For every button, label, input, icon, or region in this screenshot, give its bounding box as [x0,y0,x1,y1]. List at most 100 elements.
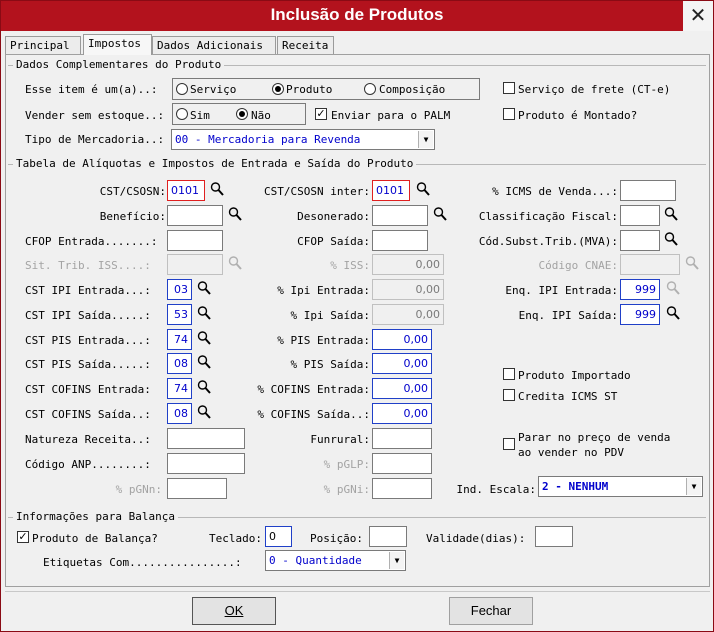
pgnn-input[interactable] [167,478,227,499]
frete-label: Serviço de frete (CT-e) [518,83,671,96]
pct-ipi-entrada-label: % Ipi Entrada: [277,284,370,297]
validade-label: Validade(dias): [426,532,526,545]
tipo-mercadoria-label: Tipo de Mercadoria..: [25,133,165,146]
pglp-input[interactable] [372,453,432,474]
funrural-input[interactable] [372,428,432,449]
palm-checkbox[interactable]: ✓ [315,108,327,120]
search-icon[interactable] [666,305,680,321]
vender-label: Vender sem estoque..: [25,109,165,122]
parar-preco-label-2: ao vender no PDV [518,446,624,459]
beneficio-input[interactable] [167,205,223,226]
search-icon[interactable] [197,330,211,346]
cst-csosn-input[interactable]: 0101 [167,180,205,201]
pct-cofins-entrada-label: % COFINS Entrada: [257,383,370,396]
composicao-radio[interactable] [364,83,376,95]
palm-label: Enviar para o PALM [331,109,451,122]
icms-venda-input[interactable] [620,180,676,201]
ipi-entrada-label: CST IPI Entrada...: [25,284,151,297]
class-fiscal-input[interactable] [620,205,660,226]
vender-sim-label: Sim [190,109,210,122]
chevron-down-icon: ▼ [418,131,433,148]
pgni-input[interactable] [372,478,432,499]
ipi-entrada-input[interactable]: 03 [167,279,192,300]
icms-venda-label: % ICMS de Venda...: [492,185,618,198]
ipi-saida-input[interactable]: 53 [167,304,192,325]
desonerado-input[interactable] [372,205,428,226]
teclado-label: Teclado: [209,532,262,545]
validade-input[interactable] [535,526,573,547]
produto-balanca-checkbox[interactable]: ✓ [17,531,29,543]
tab-receita[interactable]: Receita [277,36,334,54]
cofins-entrada-input[interactable]: 74 [167,378,192,399]
etiquetas-select[interactable]: 0 - Quantidade ▼ [265,550,406,571]
pct-pis-entrada-label: % PIS Entrada: [277,334,370,347]
ind-escala-value: 2 - NENHUM [542,480,609,493]
pis-entrada-input[interactable]: 74 [167,329,192,350]
search-icon[interactable] [197,305,211,321]
teclado-input[interactable]: 0 [265,526,292,547]
search-icon[interactable] [197,404,211,420]
ok-button-label: OK [224,603,244,618]
dados-complementares-title: Dados Complementares do Produto [13,58,225,71]
importado-label: Produto Importado [518,369,631,382]
enq-ipi-entrada-input[interactable]: 999 [620,279,660,300]
window-title: Inclusão de Produtos [270,5,444,24]
cod-subst-input[interactable] [620,230,660,251]
produto-radio[interactable] [272,83,284,95]
tab-dados-adicionais[interactable]: Dados Adicionais [152,36,276,54]
parar-preco-checkbox[interactable] [503,438,515,450]
pct-cofins-saida-label: % COFINS Saída..: [257,408,370,421]
tipo-mercadoria-value: 00 - Mercadoria para Revenda [175,133,361,146]
chevron-down-icon: ▼ [389,552,404,569]
cofins-saida-label: CST COFINS Saída..: [25,408,151,421]
pis-saida-label: CST PIS Saída.....: [25,358,151,371]
funrural-label: Funrural: [310,433,370,446]
fechar-button[interactable]: Fechar [449,597,533,625]
cfop-entrada-input[interactable] [167,230,223,251]
enq-ipi-saida-input[interactable]: 999 [620,304,660,325]
frete-checkbox[interactable] [503,82,515,94]
cod-subst-label: Cód.Subst.Trib.(MVA): [478,235,618,248]
pct-pis-entrada-input[interactable]: 0,00 [372,329,432,350]
importado-checkbox[interactable] [503,368,515,380]
search-icon[interactable] [664,231,678,247]
pct-iss-input: 0,00 [372,254,444,275]
tab-principal[interactable]: Principal [5,36,81,54]
etiquetas-value: 0 - Quantidade [269,554,362,567]
search-icon[interactable] [210,181,224,197]
vender-nao-radio[interactable] [236,108,248,120]
montado-checkbox[interactable] [503,108,515,120]
pgni-label: % pGNi: [323,483,370,496]
close-button[interactable]: ✕ [683,1,713,31]
search-icon[interactable] [197,379,211,395]
posicao-input[interactable] [369,526,407,547]
cofins-saida-input[interactable]: 08 [167,403,192,424]
cst-inter-input[interactable]: 0101 [372,180,410,201]
ind-escala-select[interactable]: 2 - NENHUM ▼ [538,476,703,497]
pct-cofins-entrada-input[interactable]: 0,00 [372,378,432,399]
credita-icms-checkbox[interactable] [503,389,515,401]
sit-iss-label: Sit. Trib. ISS....: [25,259,151,272]
search-icon[interactable] [416,181,430,197]
pct-iss-label: % ISS: [330,259,370,272]
cfop-saida-input[interactable] [372,230,428,251]
pct-cofins-saida-input[interactable]: 0,00 [372,403,432,424]
credita-icms-label: Credita ICMS ST [518,390,618,403]
natureza-receita-label: Natureza Receita..: [25,433,151,446]
separator [5,591,710,592]
pis-saida-input[interactable]: 08 [167,353,192,374]
search-icon[interactable] [664,206,678,222]
tipo-mercadoria-select[interactable]: 00 - Mercadoria para Revenda ▼ [171,129,435,150]
ipi-saida-label: CST IPI Saída.....: [25,309,151,322]
enq-ipi-entrada-label: Enq. IPI Entrada: [505,284,618,297]
ok-button[interactable]: OK [192,597,276,625]
search-icon[interactable] [197,280,211,296]
tab-impostos[interactable]: Impostos [83,34,152,55]
vender-sim-radio[interactable] [176,108,188,120]
search-icon[interactable] [433,206,447,222]
servico-radio[interactable] [176,83,188,95]
pct-pis-saida-input[interactable]: 0,00 [372,353,432,374]
beneficio-label: Benefício: [99,210,166,223]
parar-preco-label: Parar no preço de venda [518,431,671,444]
search-icon[interactable] [197,354,211,370]
